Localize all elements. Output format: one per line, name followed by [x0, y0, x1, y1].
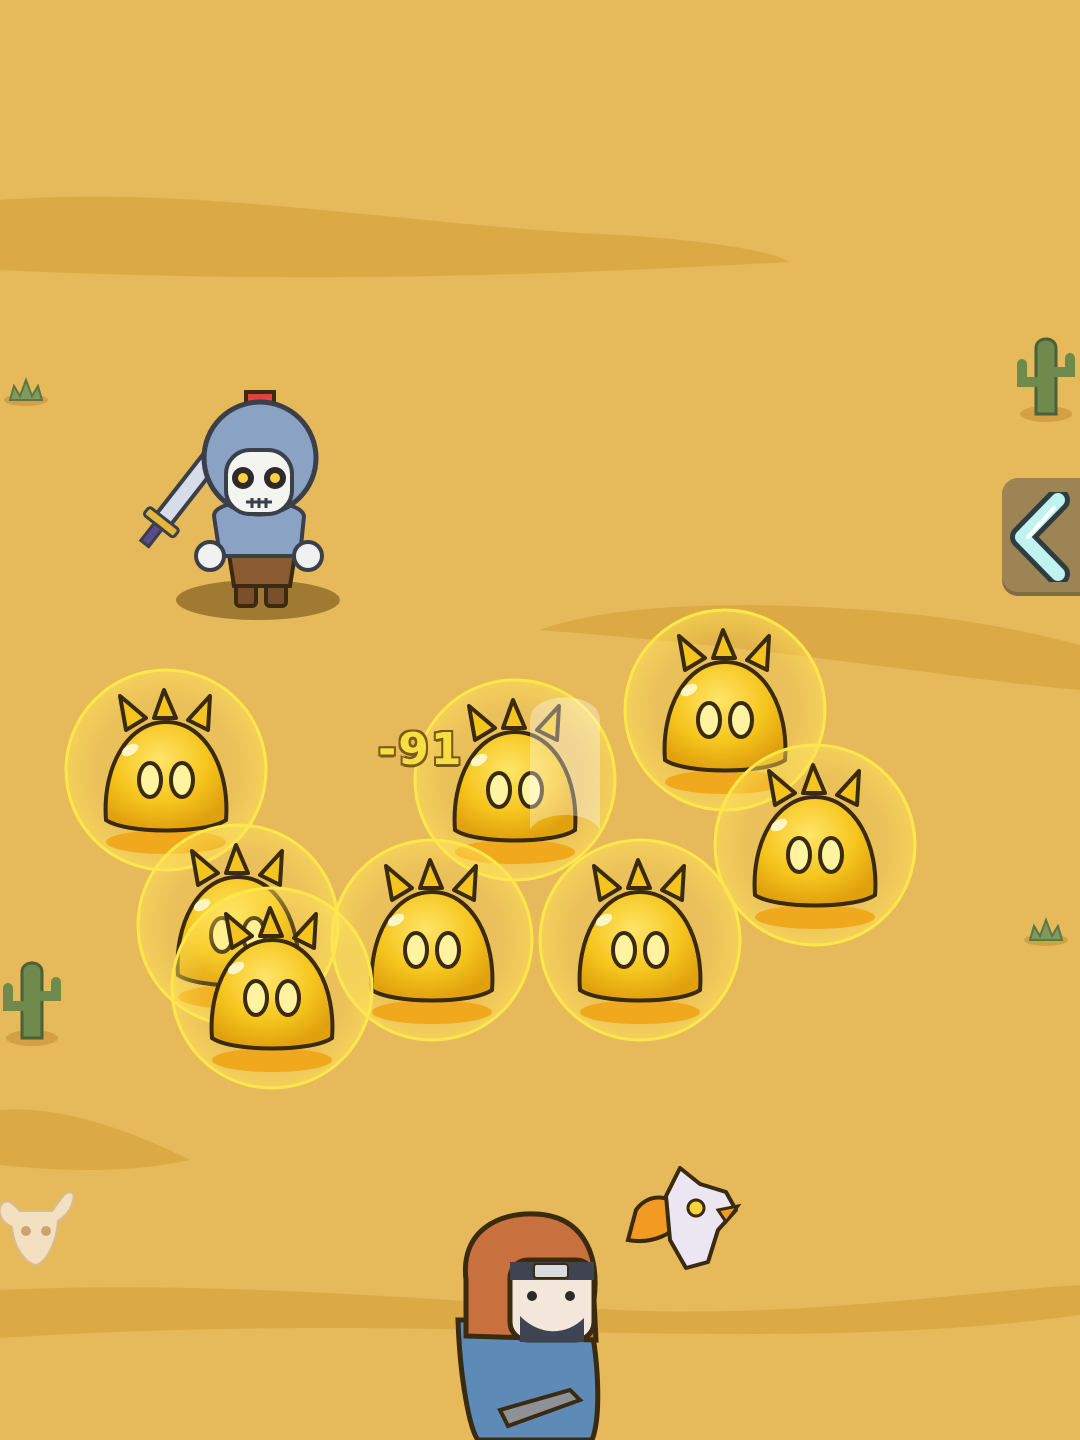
game-canvas[interactable] [0, 0, 1080, 1440]
yellow-slime-enemy[interactable] [170, 886, 374, 1090]
yellow-slime-enemy[interactable] [713, 743, 917, 947]
sidebar-toggle-button[interactable] [1002, 478, 1080, 596]
yellow-slime-enemy[interactable] [538, 838, 742, 1042]
chevron-left-icon [1010, 492, 1070, 582]
hit-effect [530, 697, 600, 830]
damage-number: -91 [378, 724, 464, 775]
ninja-hero-player[interactable] [455, 1211, 601, 1440]
